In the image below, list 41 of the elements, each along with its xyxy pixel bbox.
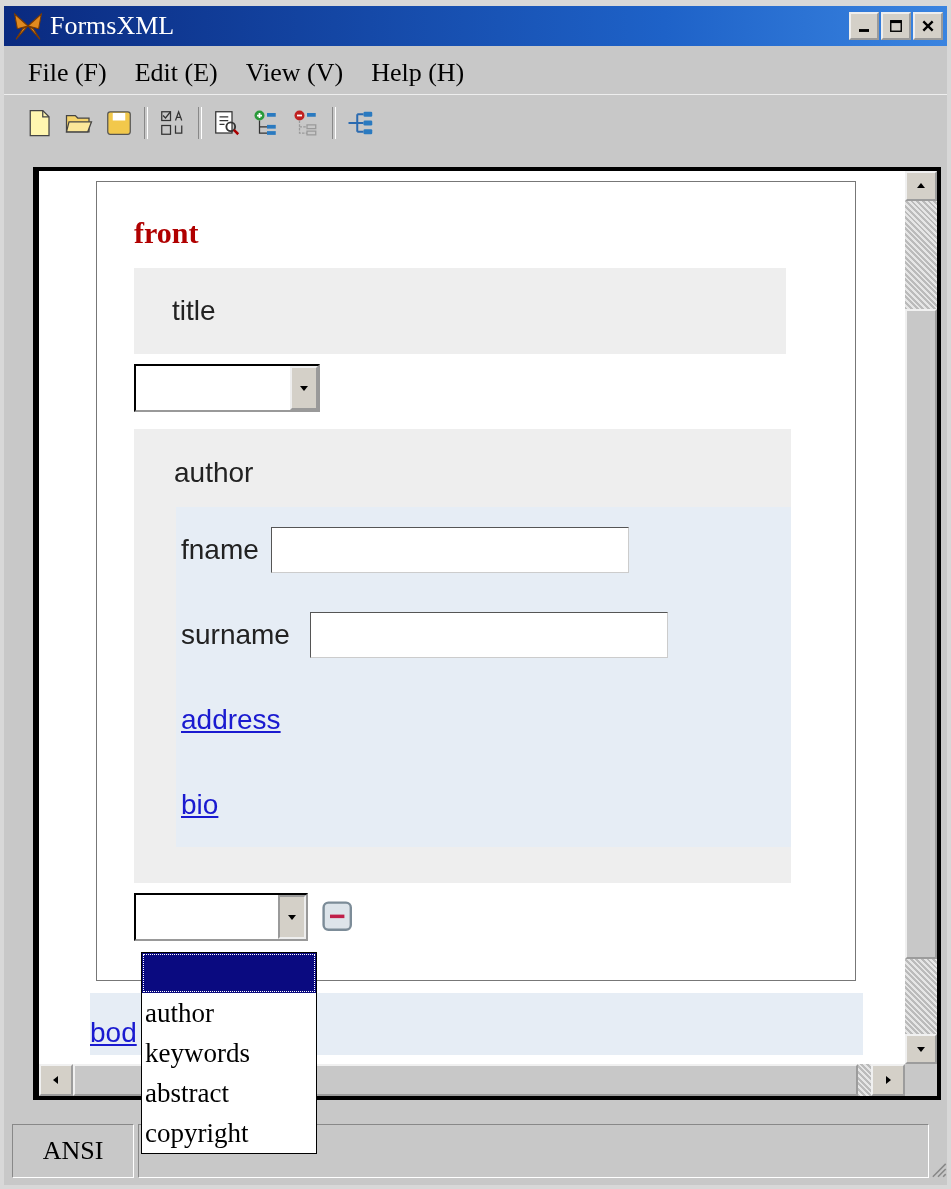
menu-item[interactable]: Help (H)	[371, 56, 465, 86]
dropdown-option[interactable]: copyright	[142, 1113, 316, 1153]
field-label: surname	[181, 618, 290, 651]
butterfly-icon	[12, 10, 44, 42]
left-arrow-icon[interactable]	[51, 1075, 61, 1085]
menu-item[interactable]: Edit (E)	[134, 56, 218, 86]
group-label: author	[174, 457, 255, 490]
dropdown-option[interactable]: keywords	[142, 1033, 316, 1073]
caret-icon	[299, 383, 309, 393]
scrollbar-corner	[905, 1064, 937, 1096]
down-arrow-icon[interactable]	[916, 1044, 926, 1054]
right-arrow-icon[interactable]	[883, 1075, 893, 1085]
window-title: FormsXML	[50, 11, 176, 41]
remove-icon[interactable]	[322, 901, 354, 933]
maximize-button[interactable]	[881, 12, 911, 40]
status-panel: ANSI	[12, 1124, 134, 1178]
scrollbar-track[interactable]	[858, 1064, 871, 1096]
caret-icon	[287, 912, 297, 922]
field-link[interactable]: address	[181, 703, 281, 736]
dropdown-option[interactable]: abstract	[142, 1073, 316, 1113]
close-button[interactable]	[913, 12, 943, 40]
minimize-icon	[859, 28, 869, 32]
section-heading: front	[134, 216, 200, 251]
field-link[interactable]: bio	[181, 788, 219, 821]
maximize-icon	[889, 19, 903, 33]
menu-item[interactable]: View (V)	[245, 56, 344, 86]
dropdown-option[interactable]: author	[142, 993, 316, 1033]
menu-item[interactable]: File (F)	[28, 56, 107, 86]
field-label: title	[172, 295, 216, 327]
search-document-icon[interactable]	[212, 108, 242, 138]
field-label: fname	[181, 533, 259, 566]
field-link[interactable]: bod	[90, 1017, 137, 1049]
save-icon[interactable]	[104, 108, 134, 138]
up-arrow-icon[interactable]	[916, 181, 926, 191]
text-field[interactable]	[270, 526, 629, 573]
text-field[interactable]	[309, 611, 668, 658]
dropdown-option[interactable]	[142, 953, 316, 993]
dropdown[interactable]	[134, 893, 308, 941]
dropdown[interactable]	[134, 364, 320, 412]
close-icon	[921, 19, 935, 33]
minimize-button[interactable]	[849, 12, 879, 40]
